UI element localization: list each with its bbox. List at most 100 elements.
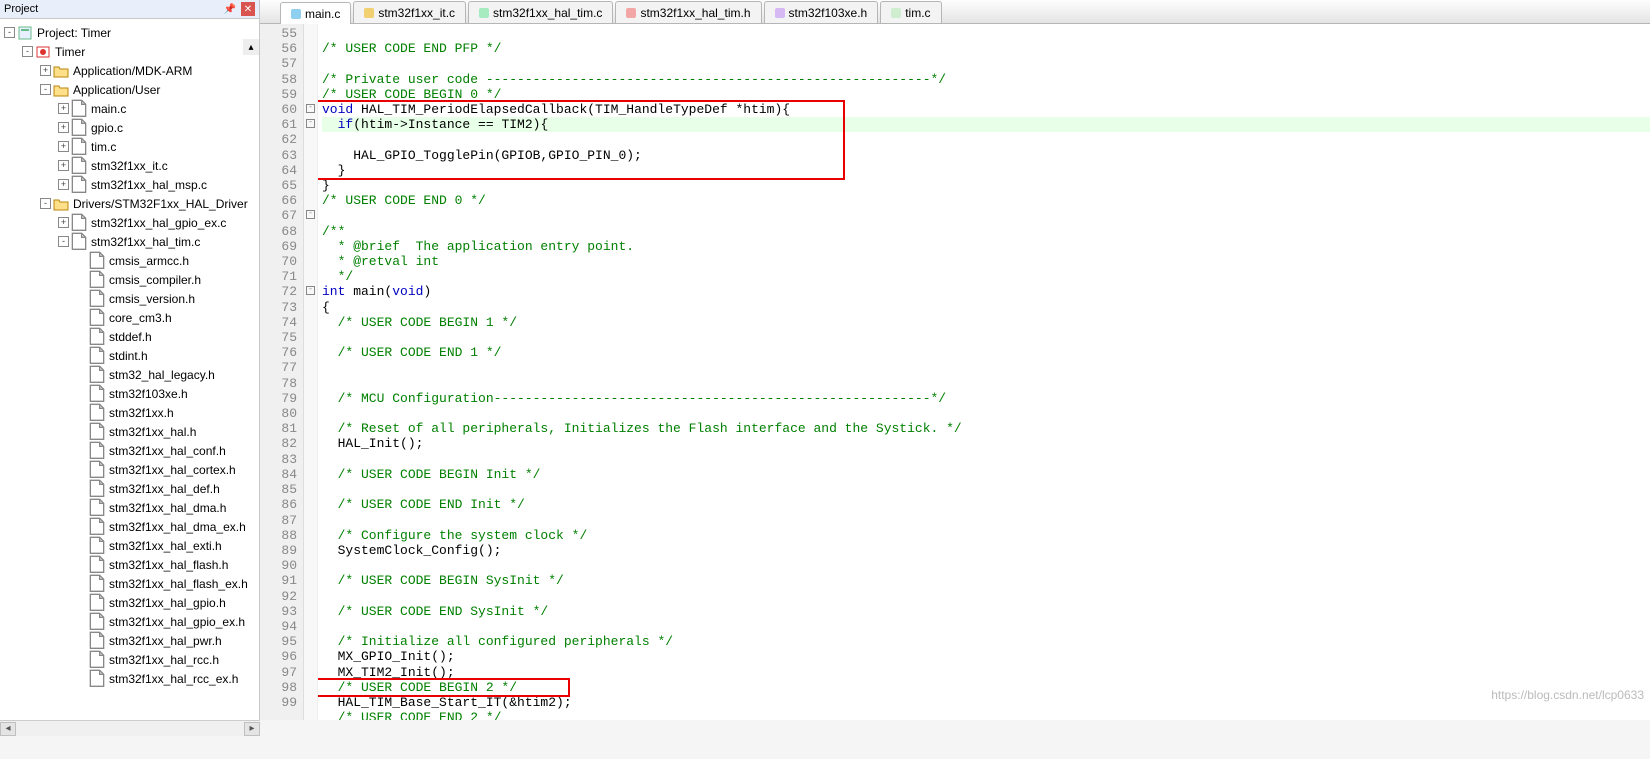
editor-area: main.cstm32f1xx_it.cstm32f1xx_hal_tim.cs… bbox=[260, 0, 1650, 720]
tree-item[interactable]: -Timer bbox=[0, 42, 259, 61]
tree-item[interactable]: -Project: Timer bbox=[0, 23, 259, 42]
tree-item-label: main.c bbox=[91, 102, 126, 116]
tree-item-label: stm32f1xx_hal_exti.h bbox=[109, 539, 222, 553]
tree-item-label: Application/User bbox=[73, 83, 160, 97]
tree-item[interactable]: +stm32_hal_legacy.h bbox=[0, 365, 259, 384]
expander-icon[interactable]: + bbox=[58, 141, 69, 152]
scroll-right-icon[interactable]: ▸ bbox=[244, 722, 260, 736]
expander-icon[interactable]: + bbox=[58, 160, 69, 171]
tree-item[interactable]: +stm32f1xx_hal_def.h bbox=[0, 479, 259, 498]
expander-icon[interactable]: + bbox=[40, 65, 51, 76]
tree-item[interactable]: +stm32f1xx_hal_rcc.h bbox=[0, 650, 259, 669]
line-number-gutter: 55 56 57 58 59 60 61 62 63 64 65 66 67 6… bbox=[260, 24, 304, 720]
tree-item[interactable]: +stm32f1xx_hal_cortex.h bbox=[0, 460, 259, 479]
project-tree[interactable]: ▴ -Project: Timer-Timer+Application/MDK-… bbox=[0, 19, 259, 720]
tree-item[interactable]: +stm32f1xx_hal_flash_ex.h bbox=[0, 574, 259, 593]
pin-icon[interactable]: 📌 bbox=[223, 2, 237, 16]
hfile-icon bbox=[89, 557, 105, 573]
tree-item[interactable]: +stm32f1xx_hal_conf.h bbox=[0, 441, 259, 460]
cfile-icon bbox=[71, 215, 87, 231]
expander-icon[interactable]: + bbox=[58, 122, 69, 133]
expander-icon[interactable]: - bbox=[22, 46, 33, 57]
hfile-icon bbox=[89, 272, 105, 288]
tab-bar[interactable]: main.cstm32f1xx_it.cstm32f1xx_hal_tim.cs… bbox=[260, 0, 1650, 24]
expander-icon[interactable]: - bbox=[40, 198, 51, 209]
expander-icon[interactable]: - bbox=[58, 236, 69, 247]
tree-item-label: stm32f1xx_hal_msp.c bbox=[91, 178, 207, 192]
hfile-icon bbox=[89, 462, 105, 478]
hfile-icon bbox=[89, 500, 105, 516]
tree-item-label: stm32_hal_legacy.h bbox=[109, 368, 215, 382]
tree-item[interactable]: +stm32f1xx_hal.h bbox=[0, 422, 259, 441]
tree-item[interactable]: +stm32f103xe.h bbox=[0, 384, 259, 403]
folder-icon bbox=[53, 82, 69, 98]
tree-item[interactable]: +Application/MDK-ARM bbox=[0, 61, 259, 80]
editor-tab[interactable]: stm32f1xx_hal_tim.h bbox=[615, 1, 761, 23]
scroll-left-icon[interactable]: ◂ bbox=[0, 722, 16, 736]
cfile-icon bbox=[71, 139, 87, 155]
tree-item-label: cmsis_version.h bbox=[109, 292, 195, 306]
tab-label: tim.c bbox=[905, 6, 930, 20]
expander-icon[interactable]: + bbox=[58, 217, 69, 228]
tree-item-label: stddef.h bbox=[109, 330, 152, 344]
tab-color-icon bbox=[626, 8, 636, 18]
tree-item[interactable]: +cmsis_armcc.h bbox=[0, 251, 259, 270]
tree-item[interactable]: +cmsis_version.h bbox=[0, 289, 259, 308]
tree-item[interactable]: +stm32f1xx_hal_dma.h bbox=[0, 498, 259, 517]
tree-item[interactable]: -Drivers/STM32F1xx_HAL_Driver bbox=[0, 194, 259, 213]
hfile-icon bbox=[89, 652, 105, 668]
editor-tab[interactable]: stm32f103xe.h bbox=[764, 1, 879, 23]
fold-gutter[interactable]: - - - - bbox=[304, 24, 318, 720]
project-panel: Project 📌 ✕ ▴ -Project: Timer-Timer+Appl… bbox=[0, 0, 260, 720]
tree-item[interactable]: +stm32f1xx_hal_pwr.h bbox=[0, 631, 259, 650]
tree-item[interactable]: - Application/User bbox=[0, 80, 259, 99]
tree-item-label: stm32f1xx_hal_cortex.h bbox=[109, 463, 236, 477]
tree-item[interactable]: +tim.c bbox=[0, 137, 259, 156]
tree-item[interactable]: +stm32f1xx_hal_flash.h bbox=[0, 555, 259, 574]
editor-tab[interactable]: stm32f1xx_it.c bbox=[353, 1, 466, 23]
tree-item[interactable]: +gpio.c bbox=[0, 118, 259, 137]
code-content[interactable]: /* USER CODE END PFP */ /* Private user … bbox=[318, 24, 1650, 720]
expander-icon[interactable]: + bbox=[58, 103, 69, 114]
hfile-icon bbox=[89, 538, 105, 554]
tree-item-label: stm32f1xx_hal_gpio.h bbox=[109, 596, 226, 610]
expander-icon[interactable]: - bbox=[40, 84, 51, 95]
project-hscroll[interactable]: ◂ ▸ bbox=[0, 720, 260, 736]
tree-item[interactable]: + stm32f1xx_hal_msp.c bbox=[0, 175, 259, 194]
tree-item[interactable]: +stm32f1xx_hal_rcc_ex.h bbox=[0, 669, 259, 688]
tree-item-label: stm32f1xx_hal_gpio_ex.h bbox=[109, 615, 245, 629]
tree-item[interactable]: +stm32f1xx_hal_gpio.h bbox=[0, 593, 259, 612]
hfile-icon bbox=[89, 633, 105, 649]
tree-item-label: stm32f1xx_hal_gpio_ex.c bbox=[91, 216, 226, 230]
tree-item[interactable]: +cmsis_compiler.h bbox=[0, 270, 259, 289]
tree-scroll-up[interactable]: ▴ bbox=[243, 39, 259, 55]
tree-item[interactable]: +stm32f1xx.h bbox=[0, 403, 259, 422]
tree-item-label: stm32f1xx_hal_flash.h bbox=[109, 558, 228, 572]
tree-item[interactable]: +stm32f1xx_hal_exti.h bbox=[0, 536, 259, 555]
tree-item-label: stm32f1xx_hal_rcc_ex.h bbox=[109, 672, 238, 686]
tree-item[interactable]: + main.c bbox=[0, 99, 259, 118]
editor-tab[interactable]: stm32f1xx_hal_tim.c bbox=[468, 1, 613, 23]
hfile-icon bbox=[89, 519, 105, 535]
tree-item[interactable]: + stm32f1xx_hal_gpio_ex.c bbox=[0, 213, 259, 232]
tab-color-icon bbox=[479, 8, 489, 18]
tree-item-label: stm32f1xx_it.c bbox=[91, 159, 168, 173]
tree-item[interactable]: + stm32f1xx_it.c bbox=[0, 156, 259, 175]
tree-item[interactable]: +stdint.h bbox=[0, 346, 259, 365]
cfile-icon bbox=[71, 177, 87, 193]
tree-item-label: cmsis_compiler.h bbox=[109, 273, 201, 287]
tree-item[interactable]: +stddef.h bbox=[0, 327, 259, 346]
editor-tab[interactable]: tim.c bbox=[880, 1, 941, 23]
hfile-icon bbox=[89, 576, 105, 592]
folder-icon bbox=[53, 196, 69, 212]
cfile-icon bbox=[71, 234, 87, 250]
panel-close-button[interactable]: ✕ bbox=[241, 2, 255, 16]
expander-icon[interactable]: - bbox=[4, 27, 15, 38]
editor-tab[interactable]: main.c bbox=[280, 2, 351, 24]
tree-item[interactable]: +stm32f1xx_hal_dma_ex.h bbox=[0, 517, 259, 536]
expander-icon[interactable]: + bbox=[58, 179, 69, 190]
hfile-icon bbox=[89, 405, 105, 421]
tree-item[interactable]: +core_cm3.h bbox=[0, 308, 259, 327]
tree-item[interactable]: +stm32f1xx_hal_gpio_ex.h bbox=[0, 612, 259, 631]
tree-item[interactable]: -stm32f1xx_hal_tim.c bbox=[0, 232, 259, 251]
